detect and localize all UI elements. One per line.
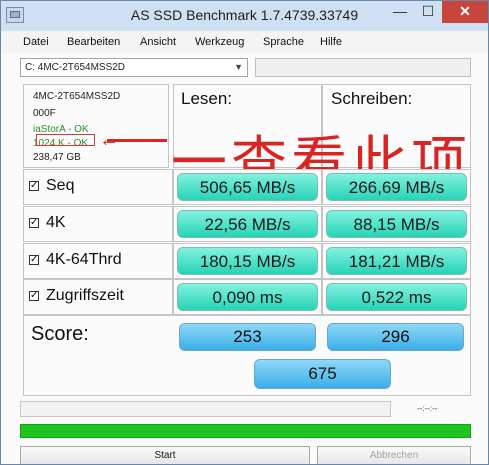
write-header: Schreiben: xyxy=(331,89,413,108)
zugriffszeit-write-value: 0,522 ms xyxy=(326,283,467,311)
4k-64thrd-read-cell: 180,15 MB/s xyxy=(173,243,322,279)
drive-firmware: 000F xyxy=(33,108,56,119)
alignment-highlight-box xyxy=(36,134,95,146)
menu-datei[interactable]: Datei xyxy=(23,36,49,48)
drive-info-panel: 4MC-2T654MSS2D 000F iaStorA - OK 1024 K … xyxy=(23,84,169,168)
4k-64thrd-checkbox[interactable]: ✓ xyxy=(29,255,39,265)
row-4k: ✓ 4K xyxy=(23,206,173,242)
menu-werkzeug[interactable]: Werkzeug xyxy=(195,36,244,48)
drive-size: 238,47 GB xyxy=(33,152,81,163)
4k-64thrd-write-cell: 181,21 MB/s xyxy=(322,243,471,279)
annotation-arrow-head: ← xyxy=(99,129,119,151)
zugriffszeit-read-value: 0,090 ms xyxy=(177,283,318,311)
score-write: 296 xyxy=(327,323,464,351)
close-button[interactable]: ✕ xyxy=(442,1,488,23)
4k-64thrd-read-value: 180,15 MB/s xyxy=(177,247,318,275)
row-4k-64thrd: ✓ 4K-64Thrd xyxy=(23,243,173,279)
4k-read-value: 22,56 MB/s xyxy=(177,210,318,238)
seq-checkbox[interactable]: ✓ xyxy=(29,181,39,191)
row-seq: ✓ Seq xyxy=(23,169,173,205)
score-read: 253 xyxy=(179,323,316,351)
row-4k-64thrd-label: 4K-64Thrd xyxy=(46,251,122,268)
score-total: 675 xyxy=(254,359,391,389)
seq-read-cell: 506,65 MB/s xyxy=(173,169,322,205)
drive-select[interactable]: C: 4MC-2T654MSS2D ▼ xyxy=(20,58,248,77)
drive-select-value: C: 4MC-2T654MSS2D xyxy=(25,62,126,73)
read-header: Lesen: xyxy=(181,89,233,108)
progress-track xyxy=(20,401,391,417)
4k-checkbox[interactable]: ✓ xyxy=(29,218,39,228)
row-seq-label: Seq xyxy=(46,177,75,194)
menu-bearbeiten[interactable]: Bearbeiten xyxy=(67,36,120,48)
seq-write-cell: 266,69 MB/s xyxy=(322,169,471,205)
menu-hilfe[interactable]: Hilfe xyxy=(320,36,342,48)
4k-write-cell: 88,15 MB/s xyxy=(322,206,471,242)
4k-64thrd-write-value: 181,21 MB/s xyxy=(326,247,467,275)
4k-read-cell: 22,56 MB/s xyxy=(173,206,322,242)
abort-button[interactable]: Abbrechen xyxy=(317,446,471,464)
progress-bar xyxy=(20,424,471,438)
zugriffszeit-checkbox[interactable]: ✓ xyxy=(29,291,39,301)
seq-read-value: 506,65 MB/s xyxy=(177,173,318,201)
status-field xyxy=(255,58,471,77)
row-4k-label: 4K xyxy=(46,214,66,231)
start-button[interactable]: Start xyxy=(20,446,310,464)
seq-write-value: 266,69 MB/s xyxy=(326,173,467,201)
menu-bar: Datei Bearbeiten Ansicht Werkzeug Sprach… xyxy=(1,31,488,53)
chevron-down-icon: ▼ xyxy=(234,62,243,72)
row-zugriffszeit: ✓ Zugriffszeit xyxy=(23,279,173,315)
drive-model: 4MC-2T654MSS2D xyxy=(33,91,121,102)
score-label: Score: xyxy=(31,323,89,345)
zugriffszeit-read-cell: 0,090 ms xyxy=(173,279,322,315)
minimize-button[interactable]: — xyxy=(386,1,414,23)
menu-sprache[interactable]: Sprache xyxy=(263,36,304,48)
zugriffszeit-write-cell: 0,522 ms xyxy=(322,279,471,315)
as-ssd-window: AS SSD Benchmark 1.7.4739.33749 — ☐ ✕ Da… xyxy=(0,0,489,465)
menu-ansicht[interactable]: Ansicht xyxy=(140,36,176,48)
elapsed-time: --:--:-- xyxy=(417,404,438,413)
4k-write-value: 88,15 MB/s xyxy=(326,210,467,238)
title-bar: AS SSD Benchmark 1.7.4739.33749 — ☐ ✕ xyxy=(1,1,488,31)
maximize-button[interactable]: ☐ xyxy=(414,1,442,23)
row-zugriffszeit-label: Zugriffszeit xyxy=(46,287,124,304)
